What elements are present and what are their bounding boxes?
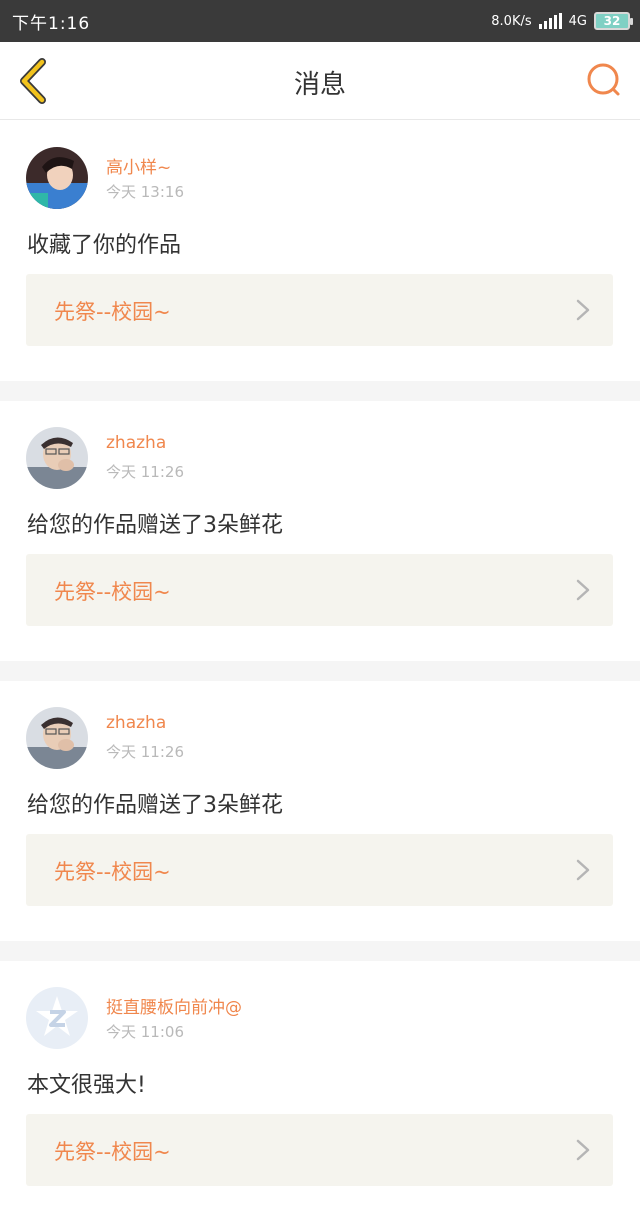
divider — [0, 941, 640, 961]
user-name[interactable]: zhazha — [106, 433, 166, 453]
avatar[interactable] — [26, 427, 88, 489]
work-title: 先祭--校园~ — [54, 580, 171, 604]
message-card: zhazha 今天 11:26 给您的作品赠送了3朵鲜花 先祭--校园~ — [0, 681, 640, 941]
message-card: 挺直腰板向前冲@ 今天 11:06 本文很强大! 先祭--校园~ — [0, 961, 640, 1221]
message-card: zhazha 今天 11:26 给您的作品赠送了3朵鲜花 先祭--校园~ — [0, 401, 640, 661]
work-title: 先祭--校园~ — [54, 300, 171, 324]
default-avatar-icon — [26, 987, 88, 1049]
message-list: 高小样~ 今天 13:16 收藏了你的作品 先祭--校园~ zhazha 今天 … — [0, 121, 640, 1221]
message-time: 今天 11:26 — [106, 463, 184, 481]
divider — [0, 381, 640, 401]
page-title: 消息 — [293, 70, 346, 100]
user-name[interactable]: 高小样~ — [106, 153, 171, 178]
avatar[interactable] — [26, 987, 88, 1049]
work-link[interactable]: 先祭--校园~ — [26, 1114, 613, 1186]
chevron-right-icon — [576, 579, 590, 601]
work-title: 先祭--校园~ — [54, 1140, 171, 1164]
nav-bar: 消息 — [0, 42, 640, 120]
user-name[interactable]: 挺直腰板向前冲@ — [106, 993, 242, 1018]
avatar[interactable] — [26, 147, 88, 209]
work-link[interactable]: 先祭--校园~ — [26, 834, 613, 906]
battery-icon: 32 — [594, 12, 633, 30]
chevron-right-icon — [576, 1139, 590, 1161]
avatar[interactable] — [26, 707, 88, 769]
chevron-right-icon — [576, 859, 590, 881]
chevron-right-icon — [576, 299, 590, 321]
signal-icon — [538, 13, 562, 29]
message-time: 今天 11:26 — [106, 743, 184, 761]
work-link[interactable]: 先祭--校园~ — [26, 554, 613, 626]
work-link[interactable]: 先祭--校园~ — [26, 274, 613, 346]
message-time: 今天 11:06 — [106, 1023, 184, 1041]
divider — [0, 661, 640, 681]
search-button[interactable] — [584, 60, 624, 100]
message-card: 高小样~ 今天 13:16 收藏了你的作品 先祭--校园~ — [0, 121, 640, 381]
status-time: 下午1:16 — [12, 14, 91, 34]
message-text: 给您的作品赠送了3朵鲜花 — [27, 513, 283, 538]
message-text: 本文很强大! — [27, 1073, 146, 1098]
network-speed: 8.0K/s — [491, 13, 532, 29]
message-text: 给您的作品赠送了3朵鲜花 — [27, 793, 283, 818]
network-type: 4G — [568, 13, 587, 29]
status-bar: 下午1:16 8.0K/s 4G 32 — [0, 0, 640, 42]
search-icon — [587, 63, 620, 96]
message-time: 今天 13:16 — [106, 183, 184, 201]
user-name[interactable]: zhazha — [106, 713, 166, 733]
message-text: 收藏了你的作品 — [27, 233, 182, 258]
status-icons: 8.0K/s 4G 32 — [491, 9, 633, 33]
work-title: 先祭--校园~ — [54, 860, 171, 884]
